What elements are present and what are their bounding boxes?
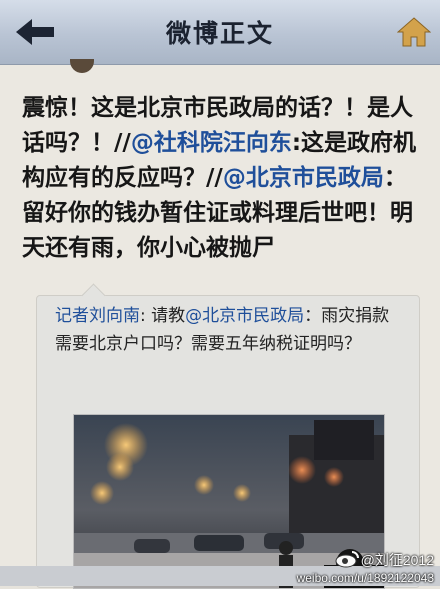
watermark-url: weibo.com/u/1892122043 <box>296 571 434 585</box>
avatar <box>70 59 94 73</box>
retweet-box[interactable]: 记者刘向南: 请教@北京市民政局：雨灾捐款需要北京户口吗？需要五年纳税证明吗？ <box>36 283 420 589</box>
home-button[interactable] <box>394 12 434 52</box>
mention-link[interactable]: @北京市民政局 <box>223 165 384 191</box>
mention-link[interactable]: @北京市民政局 <box>185 306 304 326</box>
post-text: 震惊！这是北京市民政局的话？！是人话吗？！//@社科院汪向东:这是政府机构应有的… <box>22 91 424 266</box>
top-navigation-bar: 微博正文 <box>0 0 440 65</box>
retweet-text: 记者刘向南: 请教@北京市民政局：雨灾捐款需要北京户口吗？需要五年纳税证明吗？ <box>55 302 405 358</box>
weibo-logo-icon <box>335 551 359 568</box>
post-content: 震惊！这是北京市民政局的话？！是人话吗？！//@社科院汪向东:这是政府机构应有的… <box>0 59 440 589</box>
mention-link[interactable]: @社科院汪向东 <box>131 130 292 156</box>
retweet-text-segment: : 请教 <box>140 306 186 326</box>
watermark: @刘征2012 weibo.com/u/1892122043 <box>297 550 434 586</box>
retweet-author-link[interactable]: 记者刘向南 <box>55 306 140 326</box>
watermark-name: @刘征2012 <box>360 552 434 568</box>
home-icon <box>397 17 431 47</box>
page-title: 微博正文 <box>165 19 274 48</box>
